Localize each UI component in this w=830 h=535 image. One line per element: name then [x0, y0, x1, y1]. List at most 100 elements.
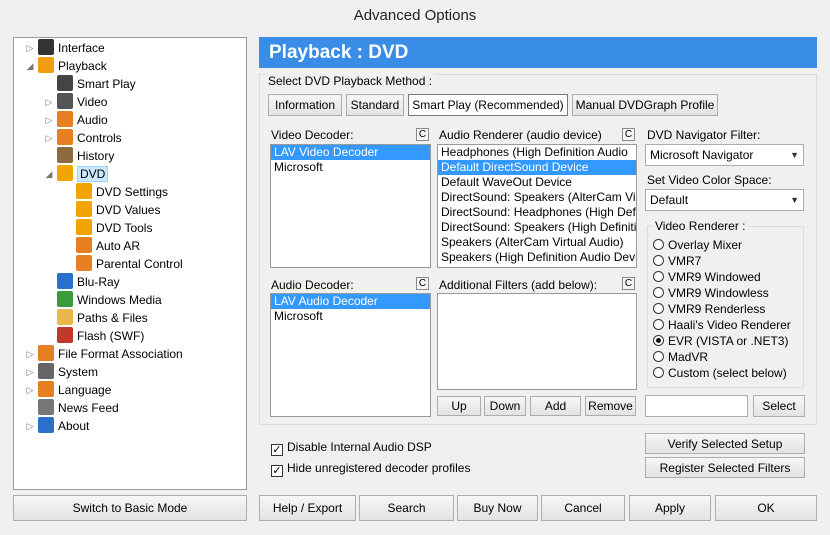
list-item[interactable]: Microsoft	[271, 309, 430, 324]
tree-item-dvd[interactable]: ◢ DVD	[46, 165, 109, 183]
disable-audio-dsp-checkbox[interactable]: ✓ Disable Internal Audio DSP	[271, 439, 432, 456]
register-filters-button[interactable]: Register Selected Filters	[645, 457, 805, 478]
tree-item-about[interactable]: ▷ About	[27, 417, 89, 435]
tree-expander-icon[interactable]: ▷	[43, 111, 55, 129]
radio-indicator	[653, 351, 664, 362]
tab-information[interactable]: Information	[268, 94, 342, 116]
audio-decoder-list[interactable]: LAV Audio Decoder Microsoft	[270, 293, 431, 417]
windows-media-icon	[57, 291, 73, 307]
tree-item-label: Auto AR	[96, 239, 141, 253]
tree-expander-icon[interactable]: ▷	[24, 39, 36, 57]
tree-expander-icon[interactable]: ▷	[24, 345, 36, 363]
list-item[interactable]: DirectSound: Headphones (High Defin	[438, 205, 636, 220]
tree-item-label: Language	[58, 383, 112, 397]
additional-filters-list[interactable]	[437, 293, 637, 390]
custom-renderer-input[interactable]	[645, 395, 748, 417]
radio-indicator	[653, 303, 664, 314]
tree-item-label: Smart Play	[77, 77, 136, 91]
renderer-option-madvr[interactable]: MadVR	[653, 349, 708, 365]
help-export-button[interactable]: Help / Export	[259, 495, 356, 521]
renderer-option-vmr9-windowed[interactable]: VMR9 Windowed	[653, 269, 761, 285]
tree-expander-icon[interactable]: ▷	[43, 93, 55, 111]
radio-label: Custom (select below)	[668, 366, 787, 380]
info-icon	[38, 417, 54, 433]
renderer-option-haali-s-video-renderer[interactable]: Haali's Video Renderer	[653, 317, 791, 333]
audio-renderer-list[interactable]: Headphones (High Definition Audio Default…	[437, 144, 637, 268]
audio-decoder-clear-button[interactable]: C	[416, 277, 429, 290]
tree-item-auto-ar[interactable]: Auto AR	[76, 237, 140, 255]
tree-expander-icon[interactable]: ▷	[24, 363, 36, 381]
list-item[interactable]: DirectSound: Speakers (High Definitio	[438, 220, 636, 235]
bluray-icon	[57, 273, 73, 289]
tree-item-language[interactable]: ▷ Language	[27, 381, 112, 399]
tree-item-history[interactable]: History	[57, 147, 114, 165]
list-item[interactable]: LAV Video Decoder	[271, 145, 430, 160]
list-item[interactable]: Default DirectSound Device	[438, 160, 636, 175]
ok-button[interactable]: OK	[715, 495, 817, 521]
tree-item-flash-swf[interactable]: Flash (SWF)	[57, 327, 144, 345]
list-item[interactable]: Microsoft	[271, 160, 430, 175]
video-decoder-clear-button[interactable]: C	[416, 128, 429, 141]
tree-item-blu-ray[interactable]: Blu-Ray	[57, 273, 120, 291]
tree-item-system[interactable]: ▷ System	[27, 363, 98, 381]
tree-item-audio[interactable]: ▷ Audio	[46, 111, 108, 129]
tree-item-interface[interactable]: ▷ Interface	[27, 39, 105, 57]
list-item[interactable]: Speakers (AlterCam Virtual Audio)	[438, 235, 636, 250]
additional-filters-clear-button[interactable]: C	[622, 277, 635, 290]
tree-item-dvd-settings[interactable]: DVD Settings	[76, 183, 168, 201]
list-item[interactable]: Default WaveOut Device	[438, 175, 636, 190]
renderer-option-vmr9-renderless[interactable]: VMR9 Renderless	[653, 301, 765, 317]
tab-manual-dvdgraph[interactable]: Manual DVDGraph Profile	[572, 94, 718, 116]
tree-item-parental-control[interactable]: Parental Control	[76, 255, 183, 273]
filter-up-button[interactable]: Up	[437, 396, 481, 416]
switch-basic-mode-button[interactable]: Switch to Basic Mode	[13, 495, 247, 521]
renderer-option-evr-vista-or-net3[interactable]: EVR (VISTA or .NET3)	[653, 333, 788, 349]
apply-button[interactable]: Apply	[629, 495, 711, 521]
monitor-icon	[38, 39, 54, 55]
graduation-cap-icon	[57, 75, 73, 91]
cancel-button[interactable]: Cancel	[541, 495, 625, 521]
filter-add-button[interactable]: Add	[530, 396, 581, 416]
audio-renderer-clear-button[interactable]: C	[622, 128, 635, 141]
tree-item-dvd-tools[interactable]: DVD Tools	[76, 219, 152, 237]
list-item[interactable]: Headphones (High Definition Audio	[438, 145, 636, 160]
search-button[interactable]: Search	[359, 495, 454, 521]
tree-item-playback[interactable]: ◢ Playback	[27, 57, 107, 75]
tree-item-paths-files[interactable]: Paths & Files	[57, 309, 148, 327]
tree-item-controls[interactable]: ▷ Controls	[46, 129, 122, 147]
tree-expander-icon[interactable]: ◢	[24, 57, 36, 75]
verify-setup-button[interactable]: Verify Selected Setup	[645, 433, 805, 454]
renderer-option-vmr9-windowless[interactable]: VMR9 Windowless	[653, 285, 769, 301]
radio-label: Haali's Video Renderer	[668, 318, 791, 332]
tree-expander-icon[interactable]: ▷	[24, 381, 36, 399]
hide-unregistered-checkbox[interactable]: ✓ Hide unregistered decoder profiles	[271, 460, 470, 477]
tab-smart-play[interactable]: Smart Play (Recommended)	[408, 94, 568, 116]
color-space-select[interactable]: Default ▼	[645, 189, 804, 211]
tree-item-dvd-values[interactable]: DVD Values	[76, 201, 160, 219]
tree-item-windows-media[interactable]: Windows Media	[57, 291, 162, 309]
filter-down-button[interactable]: Down	[484, 396, 526, 416]
list-item[interactable]: LAV Audio Decoder	[271, 294, 430, 309]
additional-filters-label: Additional Filters (add below):	[439, 278, 598, 292]
buy-now-button[interactable]: Buy Now	[457, 495, 538, 521]
renderer-option-custom-select-below[interactable]: Custom (select below)	[653, 365, 787, 381]
checkbox-mark: ✓	[271, 465, 283, 477]
tree-expander-icon[interactable]: ◢	[43, 165, 55, 183]
renderer-option-overlay-mixer[interactable]: Overlay Mixer	[653, 237, 742, 253]
tree-item-video[interactable]: ▷ Video	[46, 93, 107, 111]
filter-remove-button[interactable]: Remove	[585, 396, 636, 416]
tree-expander-icon[interactable]: ▷	[24, 417, 36, 435]
color-space-value: Default	[650, 193, 689, 207]
tab-standard[interactable]: Standard	[346, 94, 404, 116]
options-tree[interactable]: ▷ Interface ◢ Playback Smart Play ▷ Video ▷ Audi…	[13, 37, 247, 490]
list-item[interactable]: Speakers (High Definition Audio Devi	[438, 250, 636, 265]
video-decoder-list[interactable]: LAV Video Decoder Microsoft	[270, 144, 431, 268]
tree-item-news-feed[interactable]: News Feed	[38, 399, 119, 417]
tree-expander-icon[interactable]: ▷	[43, 129, 55, 147]
dvd-navigator-select[interactable]: Microsoft Navigator ▼	[645, 144, 804, 166]
list-item[interactable]: DirectSound: Speakers (AlterCam Virt	[438, 190, 636, 205]
tree-item-file-format-association[interactable]: ▷ File Format Association	[27, 345, 183, 363]
tree-item-smart-play[interactable]: Smart Play	[57, 75, 136, 93]
select-renderer-button[interactable]: Select	[753, 395, 805, 417]
renderer-option-vmr7[interactable]: VMR7	[653, 253, 701, 269]
